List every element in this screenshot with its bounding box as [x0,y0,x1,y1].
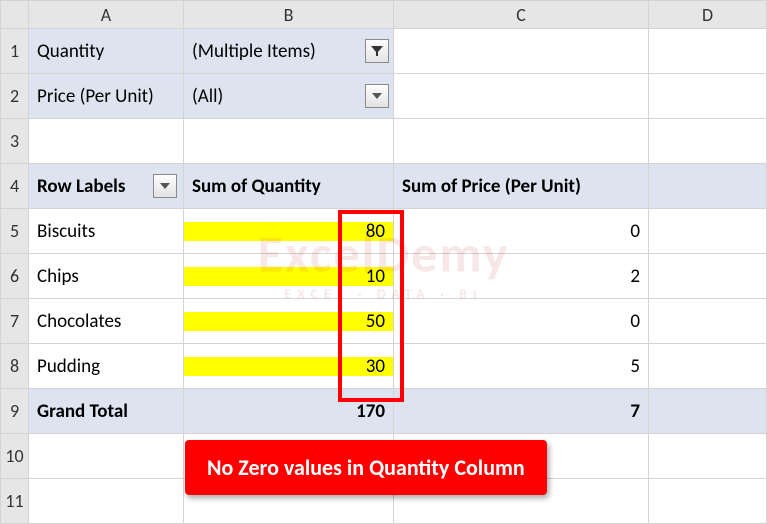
callout-annotation: No Zero values in Quantity Column [185,440,547,495]
chevron-down-icon [372,93,382,99]
filter-field-price[interactable]: Price (Per Unit) [29,85,183,108]
row-header-10[interactable]: 10 [1,434,29,479]
table-row: 8 Pudding 30 5 [1,344,767,389]
cell-qty[interactable]: 10 [184,267,393,286]
pivot-header-qty: Sum of Quantity [184,175,393,198]
cell-name[interactable]: Chocolates [29,312,183,331]
row-header-11[interactable]: 11 [1,479,29,524]
filter-dropdown-quantity[interactable] [365,39,389,63]
cell-price[interactable]: 5 [394,357,648,376]
row-header-8[interactable]: 8 [1,344,29,389]
grand-total-label[interactable]: Grand Total [29,402,183,421]
grand-total-price[interactable]: 7 [394,402,648,421]
row-header-5[interactable]: 5 [1,209,29,254]
filter-field-quantity[interactable]: Quantity [29,40,183,63]
cell-price[interactable]: 2 [394,267,648,286]
grand-total-qty[interactable]: 170 [184,402,393,421]
table-row: 7 Chocolates 50 0 [1,299,767,344]
row-header-6[interactable]: 6 [1,254,29,299]
col-header-A[interactable]: A [29,1,184,29]
cell-name[interactable]: Pudding [29,357,183,376]
row-header-4[interactable]: 4 [1,164,29,209]
spreadsheet-viewport: A B C D 1 Quantity (Multiple Items) [0,0,767,524]
cell-qty[interactable]: 80 [184,222,393,241]
row-header-7[interactable]: 7 [1,299,29,344]
cell-name[interactable]: Chips [29,267,183,286]
col-header-B[interactable]: B [184,1,394,29]
filter-value-text: (All) [192,85,223,108]
row-header-3[interactable]: 3 [1,119,29,164]
filter-value-text: (Multiple Items) [192,40,316,63]
col-header-D[interactable]: D [649,1,767,29]
rowlabels-dropdown[interactable] [153,174,177,198]
table-row: 6 Chips 10 2 [1,254,767,299]
cell-qty[interactable]: 30 [184,357,393,376]
select-all-corner[interactable] [1,1,29,29]
filter-value-price[interactable]: (All) [184,84,393,108]
col-header-C[interactable]: C [394,1,649,29]
cell-price[interactable]: 0 [394,222,648,241]
filter-value-quantity[interactable]: (Multiple Items) [184,39,393,63]
row-header-9[interactable]: 9 [1,389,29,434]
pivot-header-price: Sum of Price (Per Unit) [394,175,648,198]
row-header-2[interactable]: 2 [1,74,29,119]
header-text: Row Labels [37,175,125,198]
row-header-1[interactable]: 1 [1,29,29,74]
cell-price[interactable]: 0 [394,312,648,331]
pivot-header-rowlabels[interactable]: Row Labels [29,174,183,198]
funnel-icon [370,45,384,57]
chevron-down-icon [160,183,170,189]
cell-qty[interactable]: 50 [184,312,393,331]
table-row: 5 Biscuits 80 0 [1,209,767,254]
cell-name[interactable]: Biscuits [29,222,183,241]
filter-dropdown-price[interactable] [365,84,389,108]
